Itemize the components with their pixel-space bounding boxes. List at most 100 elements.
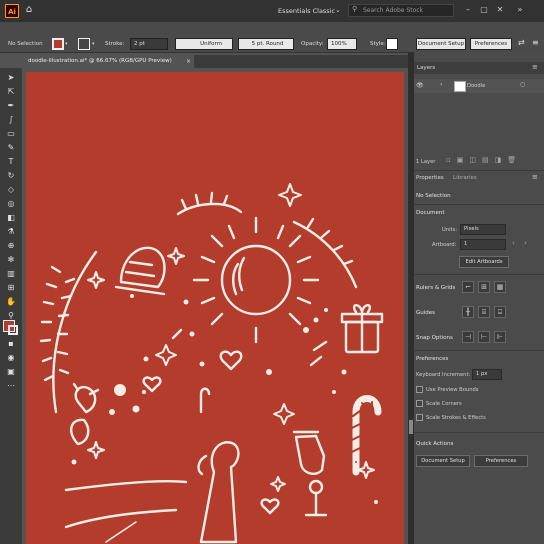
rotate-tool-icon[interactable]: ↻ bbox=[4, 170, 18, 182]
blend-tool-icon[interactable]: ⊕ bbox=[4, 240, 18, 252]
snap-to-glyph-icon[interactable]: ⊩ bbox=[494, 331, 506, 343]
arrange-icon[interactable]: ⇄ bbox=[518, 38, 525, 47]
more-tools-icon[interactable]: ⋯ bbox=[4, 380, 18, 392]
grid-icon[interactable]: ⊞ bbox=[478, 281, 490, 293]
target-circle-icon[interactable]: ○ bbox=[520, 81, 525, 88]
rulers-grids-label: Rulers & Grids bbox=[416, 285, 456, 291]
style-swatch[interactable] bbox=[386, 38, 398, 50]
document-section-title: Document bbox=[416, 210, 445, 216]
stroke-label: Stroke: bbox=[105, 41, 125, 47]
scale-corners-checkbox[interactable] bbox=[416, 400, 423, 407]
chevrons-icon[interactable]: » bbox=[514, 4, 526, 16]
ruler-icon[interactable]: ⌐ bbox=[462, 281, 474, 293]
search-stock-input[interactable]: Search Adobe Stock bbox=[348, 4, 454, 17]
preferences-button[interactable]: Preferences bbox=[470, 38, 512, 50]
color-mode-icon[interactable]: ▪ bbox=[4, 338, 18, 350]
minimize-icon[interactable]: – bbox=[462, 4, 474, 16]
units-label: Units: bbox=[442, 227, 458, 233]
direct-selection-tool-icon[interactable]: ⇱ bbox=[4, 86, 18, 98]
menu-icon[interactable]: ≡ bbox=[532, 38, 539, 47]
chevron-down-icon[interactable]: ⌄ bbox=[335, 6, 341, 14]
paintbrush-tool-icon[interactable]: ✎ bbox=[4, 142, 18, 154]
stroke-weight-field[interactable]: 2 pt bbox=[130, 38, 168, 50]
artboard-select[interactable]: 1 bbox=[460, 239, 506, 250]
snap-to-point-icon[interactable]: ⊣ bbox=[462, 331, 474, 343]
panel-menu-icon[interactable]: ≡ bbox=[532, 63, 538, 71]
divider bbox=[414, 432, 544, 433]
prev-artboard-icon[interactable]: ‹ bbox=[512, 239, 515, 247]
chevron-down-icon[interactable]: ▾ bbox=[65, 41, 68, 47]
branch-right bbox=[292, 220, 358, 289]
tab-layers[interactable]: Layers bbox=[417, 65, 435, 71]
use-preview-bounds-checkbox[interactable] bbox=[416, 386, 423, 393]
rectangle-tool-icon[interactable]: ▭ bbox=[4, 128, 18, 140]
hand-tool-icon[interactable]: ✋ bbox=[4, 296, 18, 308]
stroke-swatch[interactable] bbox=[78, 38, 90, 50]
star-drawing bbox=[87, 271, 105, 289]
home-icon[interactable]: ⌂ bbox=[23, 4, 35, 16]
opacity-field[interactable]: 100% bbox=[327, 38, 357, 50]
document-setup-button[interactable]: Document Setup bbox=[416, 38, 466, 50]
pen-tool-icon[interactable]: ✒ bbox=[4, 100, 18, 112]
expand-chevron-icon[interactable]: › bbox=[440, 81, 442, 88]
layer-count: 1 Layer bbox=[416, 159, 436, 165]
divider bbox=[414, 350, 544, 351]
opacity-label: Opacity: bbox=[301, 41, 324, 47]
units-select[interactable]: Pixels bbox=[460, 224, 506, 235]
fill-swatch[interactable] bbox=[52, 38, 64, 50]
graph-tool-icon[interactable]: ▥ bbox=[4, 268, 18, 280]
smart-guides-icon[interactable]: ⍈ bbox=[494, 306, 506, 318]
lock-guides-icon[interactable]: ⌸ bbox=[478, 306, 490, 318]
document-setup-button[interactable]: Document Setup bbox=[416, 455, 470, 467]
chevron-down-icon[interactable]: ▾ bbox=[92, 41, 95, 47]
brush-definition[interactable]: 5 pt. Round bbox=[238, 38, 294, 50]
keyboard-increment-field[interactable]: 1 px bbox=[472, 369, 502, 380]
layer-actions-icons[interactable]: ▫▣◫▤◨🗑 bbox=[446, 156, 522, 164]
panel-collapse-handle[interactable] bbox=[409, 420, 413, 434]
gradient-tool-icon[interactable]: ◧ bbox=[4, 212, 18, 224]
dog-drawing bbox=[199, 441, 240, 544]
workspace-switcher[interactable]: Essentials Classic bbox=[278, 7, 335, 15]
eyedropper-tool-icon[interactable]: ⚗ bbox=[4, 226, 18, 238]
stroke-color-icon[interactable] bbox=[8, 325, 18, 335]
tab-properties[interactable]: Properties bbox=[416, 175, 444, 181]
star-drawing bbox=[167, 247, 185, 265]
no-selection-label: No Selection bbox=[416, 193, 451, 199]
artboard[interactable] bbox=[26, 72, 404, 544]
show-guides-icon[interactable]: ╫ bbox=[462, 306, 474, 318]
transparency-grid-icon[interactable]: ▦ bbox=[494, 281, 506, 293]
illustrator-logo: Ai bbox=[5, 4, 19, 18]
next-artboard-icon[interactable]: › bbox=[524, 239, 527, 247]
symbol-sprayer-tool-icon[interactable]: ✻ bbox=[4, 254, 18, 266]
panel-menu-icon[interactable]: ≡ bbox=[532, 173, 538, 181]
star-drawing bbox=[270, 476, 286, 492]
use-preview-bounds-label: Use Preview Bounds bbox=[426, 387, 479, 393]
star-drawing bbox=[273, 403, 295, 425]
preferences-button[interactable]: Preferences bbox=[474, 455, 528, 467]
type-tool-icon[interactable]: T bbox=[4, 156, 18, 168]
variable-width-profile[interactable]: Uniform bbox=[175, 38, 233, 50]
draw-mode-icon[interactable]: ◉ bbox=[4, 352, 18, 364]
edit-artboards-button[interactable]: Edit Artboards bbox=[459, 256, 509, 268]
right-panel bbox=[414, 52, 544, 544]
shape-builder-tool-icon[interactable]: ◎ bbox=[4, 198, 18, 210]
maximize-icon[interactable]: ▢ bbox=[478, 4, 490, 16]
curvature-tool-icon[interactable]: ∫ bbox=[4, 114, 18, 126]
layer-name[interactable]: Doodle bbox=[467, 83, 485, 89]
close-tab-icon[interactable]: × bbox=[186, 55, 191, 68]
artboard-tool-icon[interactable]: ⊞ bbox=[4, 282, 18, 294]
search-icon: ⚲ bbox=[352, 5, 358, 13]
snap-options-label: Snap Options bbox=[416, 335, 453, 341]
eraser-tool-icon[interactable]: ◇ bbox=[4, 184, 18, 196]
visibility-eye-icon[interactable]: 👁 bbox=[416, 82, 424, 89]
document-tab[interactable]: doodle-illustration.ai* @ 66.67% (RGB/GP… bbox=[22, 55, 194, 68]
quick-actions-title: Quick Actions bbox=[416, 441, 454, 447]
tab-libraries[interactable]: Libraries bbox=[453, 175, 477, 181]
screen-mode-icon[interactable]: ▣ bbox=[4, 366, 18, 378]
divider bbox=[414, 274, 544, 275]
selection-tool-icon[interactable]: ➤ bbox=[4, 72, 18, 84]
heart-drawing bbox=[260, 498, 280, 515]
snap-to-pixel-icon[interactable]: ⊢ bbox=[478, 331, 490, 343]
scale-strokes-checkbox[interactable] bbox=[416, 414, 423, 421]
close-window-icon[interactable]: ✕ bbox=[494, 4, 506, 16]
